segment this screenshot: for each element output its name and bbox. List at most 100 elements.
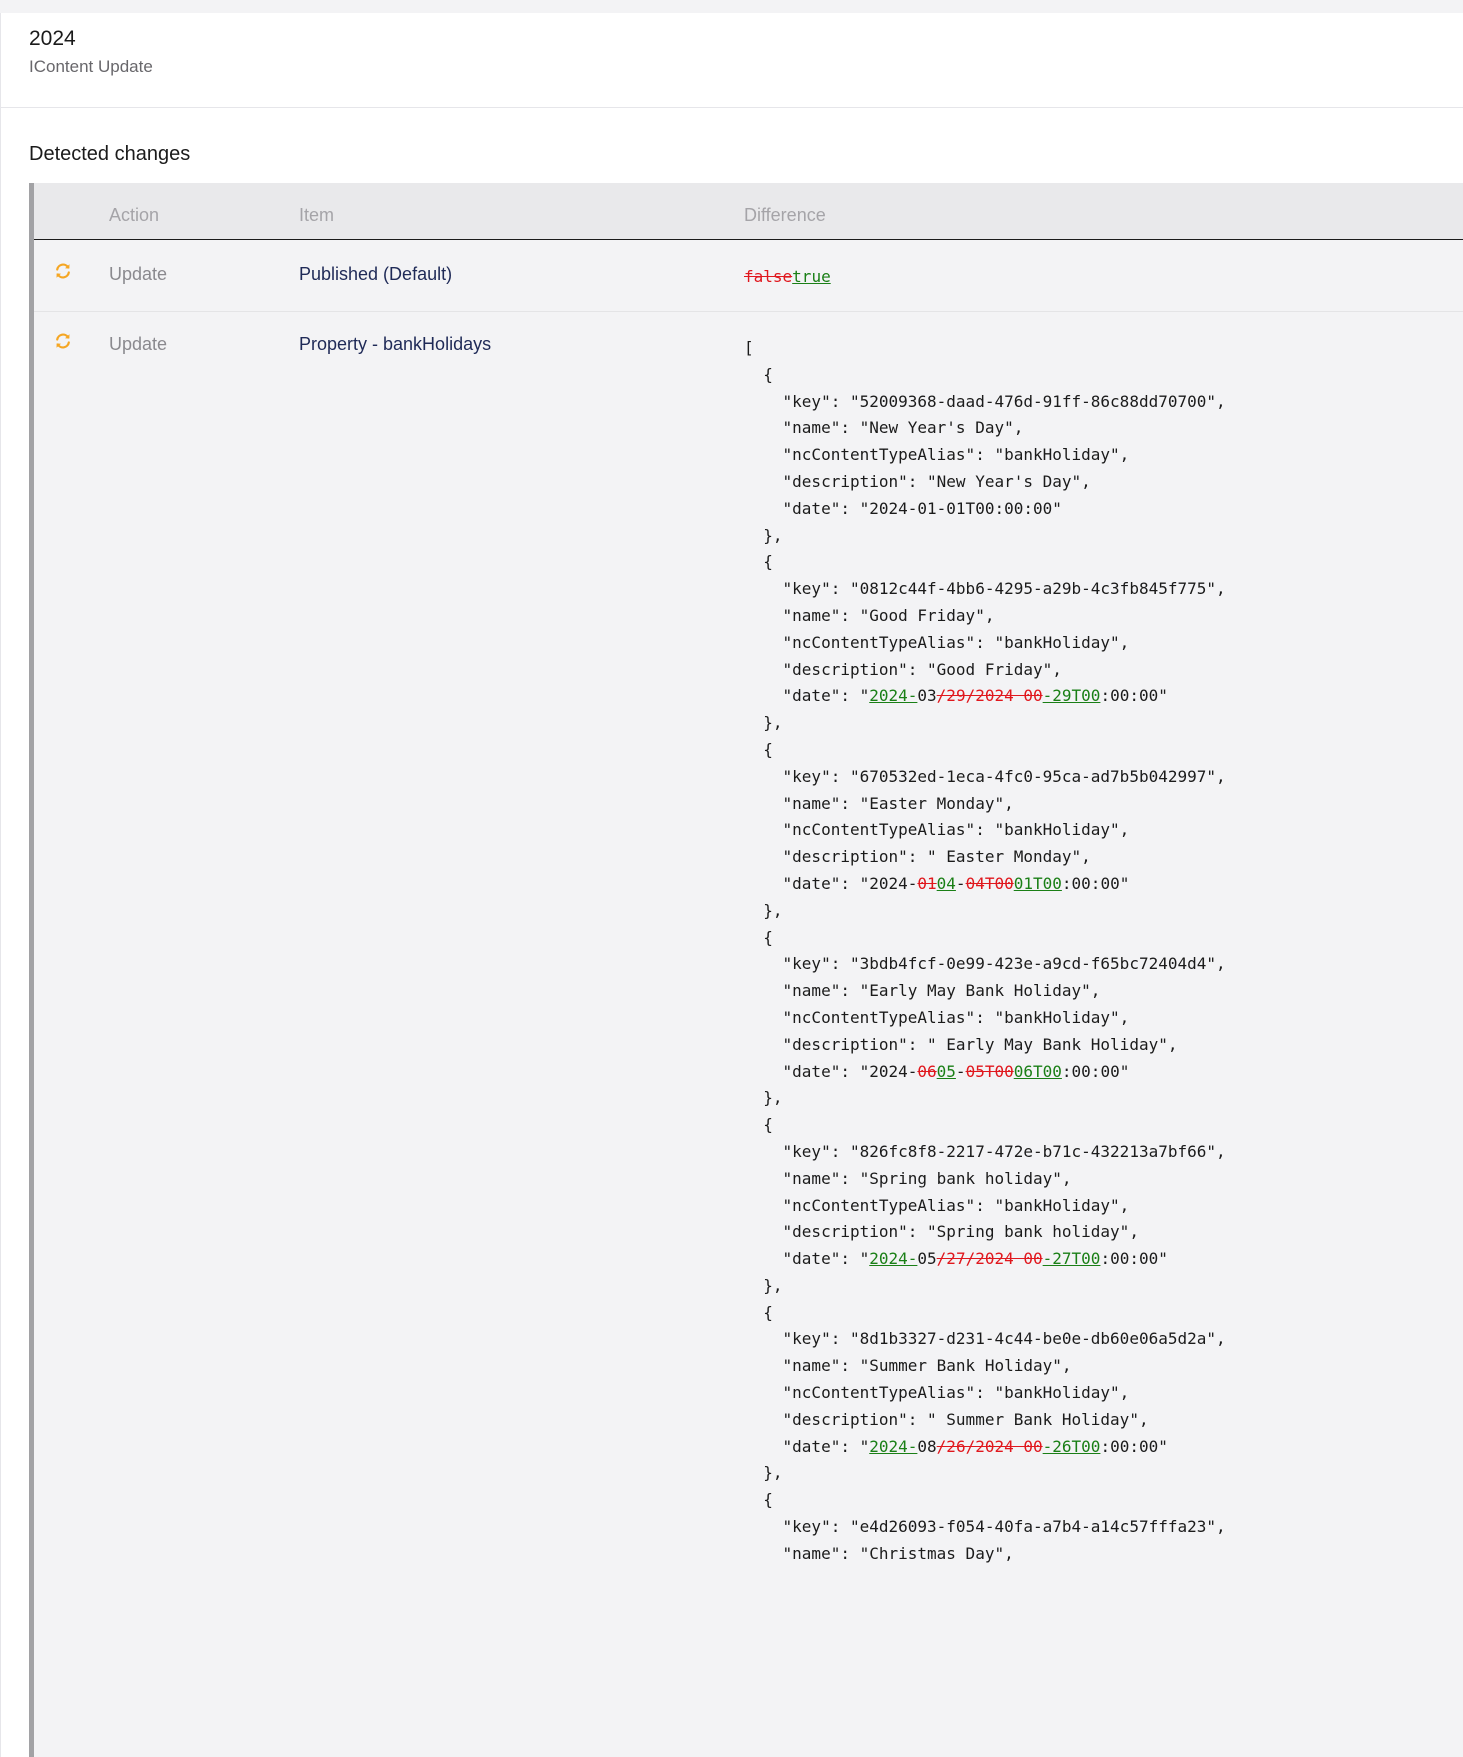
diff-line: "date": "2024-08/26/2024 00-26T00:00:00" [744,1434,1226,1461]
diff-line: }, [744,1085,1226,1112]
diff-text: "description": " Early May Bank Holiday"… [744,1034,1178,1054]
diff-text: "ncContentTypeAlias": "bankHoliday", [744,820,1130,840]
diff-text: "ncContentTypeAlias": "bankHoliday", [744,445,1130,465]
diff-text: "date": " [744,1436,870,1456]
diff-line: "description": "Good Friday", [744,657,1226,684]
diff-text: "name": "Early May Bank Holiday", [744,981,1101,1001]
diff-removed: /27/2024 00 [936,1249,1043,1269]
diff-added: 2024- [869,1249,918,1269]
diff-line: "description": " Summer Bank Holiday", [744,1407,1226,1434]
diff-line: { [744,925,1226,952]
diff-text: "description": "New Year's Day", [744,471,1091,491]
diff-removed: 04T00 [965,873,1014,893]
changes-table: Action Item Difference Update Published … [29,183,1463,1757]
diff-removed: 06 [917,1061,937,1081]
diff-line: [ [744,335,1226,362]
diff-text: "key": "0812c44f-4bb6-4295-a29b-4c3fb845… [744,579,1226,599]
diff-text: 08 [917,1436,937,1456]
sync-icon [56,263,70,279]
column-header-item: Item [299,205,335,225]
diff-text: { [744,552,773,572]
diff-added: -27T00 [1042,1249,1101,1269]
diff-text: "ncContentTypeAlias": "bankHoliday", [744,1383,1130,1403]
diff-line: "key": "670532ed-1eca-4fc0-95ca-ad7b5b04… [744,764,1226,791]
diff-line: "ncContentTypeAlias": "bankHoliday", [744,1193,1226,1220]
table-row: Update Published (Default) falsetrue [34,240,1463,312]
diff-removed: false [744,267,793,286]
diff-text: - [955,1061,966,1081]
diff-text: "key": "826fc8f8-2217-472e-b71c-432213a7… [744,1141,1226,1161]
diff-line: "name": "Early May Bank Holiday", [744,978,1226,1005]
diff-added: 06T00 [1013,1061,1062,1081]
diff-line: "ncContentTypeAlias": "bankHoliday", [744,1005,1226,1032]
diff-line: }, [744,1460,1226,1487]
diff-line: }, [744,523,1226,550]
diff-text: "key": "8d1b3327-d231-4c44-be0e-db60e06a… [744,1329,1226,1349]
diff-text: :00:00" [1100,686,1168,706]
diff-text: "ncContentTypeAlias": "bankHoliday", [744,632,1130,652]
diff-text: "name": "Spring bank holiday", [744,1168,1072,1188]
diff-text: "date": "2024- [744,1061,918,1081]
row-action: Update [109,264,168,284]
diff-line: "key": "8d1b3327-d231-4c44-be0e-db60e06a… [744,1326,1226,1353]
diff-text: :00:00" [1100,1249,1168,1269]
diff-text: }, [744,1088,783,1108]
diff-line: "name": "New Year's Day", [744,415,1226,442]
diff-line: "key": "0812c44f-4bb6-4295-a29b-4c3fb845… [744,576,1226,603]
row-item: Property - bankHolidays [299,334,492,354]
diff-removed: 05T00 [965,1061,1014,1081]
diff-line: "name": "Easter Monday", [744,791,1226,818]
diff-removed: 01 [917,873,937,893]
diff-text: "key": "e4d26093-f054-40fa-a7b4-a14c57ff… [744,1517,1226,1537]
diff-text: }, [744,900,783,920]
row-item: Published (Default) [299,264,453,284]
diff-added: true [792,267,831,286]
diff-text: "date": " [744,686,870,706]
section-title: Detected changes [29,143,191,165]
column-header-difference: Difference [744,205,826,225]
diff-added: 04 [936,873,956,893]
diff-line: }, [744,1273,1226,1300]
diff-line: { [744,737,1226,764]
diff-line: "description": "New Year's Day", [744,469,1226,496]
table-header: Action Item Difference [34,183,1463,240]
diff-line: "key": "52009368-daad-476d-91ff-86c88dd7… [744,389,1226,416]
diff-line: "key": "826fc8f8-2217-472e-b71c-432213a7… [744,1139,1226,1166]
diff-removed: /26/2024 00 [936,1436,1043,1456]
diff-text: "date": "2024- [744,873,918,893]
diff-text: }, [744,1275,783,1295]
diff-line: { [744,1487,1226,1514]
diff-text: "description": " Summer Bank Holiday", [744,1409,1149,1429]
diff-added: 2024- [869,1436,918,1456]
diff-text: { [744,739,773,759]
column-header-action: Action [109,205,160,225]
diff-text: "ncContentTypeAlias": "bankHoliday", [744,1195,1130,1215]
diff-line: { [744,1112,1226,1139]
diff-line: }, [744,710,1226,737]
diff-line: "name": "Spring bank holiday", [744,1166,1226,1193]
page-header: 2024 IContent Update [1,13,1463,108]
row-difference: [ { "key": "52009368-daad-476d-91ff-86c8… [744,335,1226,1568]
diff-line: "date": "2024-05/27/2024 00-27T00:00:00" [744,1246,1226,1273]
diff-line: }, [744,898,1226,925]
diff-text: - [955,873,966,893]
diff-text: 03 [917,686,937,706]
diff-text: "description": " Easter Monday", [744,847,1091,867]
diff-line: "name": "Summer Bank Holiday", [744,1353,1226,1380]
diff-text: "ncContentTypeAlias": "bankHoliday", [744,1007,1130,1027]
diff-line: "description": " Easter Monday", [744,844,1226,871]
diff-line: "date": "2024-01-01T00:00:00" [744,496,1226,523]
diff-text: { [744,927,773,947]
diff-line: "date": "2024-0104-04T0001T00:00:00" [744,871,1226,898]
diff-text: "name": "New Year's Day", [744,418,1024,438]
diff-added: -26T00 [1042,1436,1101,1456]
row-action: Update [109,334,168,354]
diff-text: "name": "Summer Bank Holiday", [744,1356,1072,1376]
diff-text: "name": "Christmas Day", [744,1543,1014,1563]
diff-text: :00:00" [1061,873,1130,893]
diff-line: "name": "Christmas Day", [744,1541,1226,1568]
diff-line: { [744,549,1226,576]
diff-text: "key": "3bdb4fcf-0e99-423e-a9cd-f65bc724… [744,954,1226,974]
diff-text: }, [744,525,783,545]
diff-text: :00:00" [1061,1061,1130,1081]
